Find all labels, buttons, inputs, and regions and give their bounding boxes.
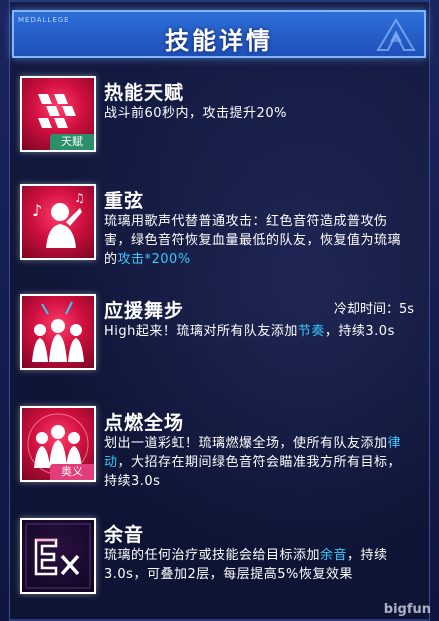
skill-description: 战斗前60秒内，攻击提升20% bbox=[104, 104, 414, 123]
description-text: 划出一道彩虹！琉璃燃爆全场，使所有队友添加 bbox=[104, 436, 388, 451]
description-text: ，持续3.0s bbox=[324, 324, 395, 339]
skill-item-cheer-dance[interactable]: 应援舞步 冷却时间：5s High起来！琉璃对所有队友添加节奏，持续3.0s bbox=[12, 294, 426, 374]
singer-note-icon: ♪ ♫ bbox=[32, 191, 85, 248]
description-text: 琉璃的任何治疗或技能会给目标添加 bbox=[104, 548, 321, 563]
highlight-term: 节奏 bbox=[297, 324, 325, 339]
page-title: 技能详情 bbox=[165, 27, 273, 55]
ex-icon bbox=[25, 523, 91, 589]
skill-item-talent[interactable]: 天赋 热能天赋 战斗前60秒内，攻击提升20% bbox=[12, 76, 426, 156]
skill-description: 划出一道彩虹！琉璃燃爆全场，使所有队友添加律动，大招存在期间绿色音符会瞄准我方所… bbox=[104, 434, 414, 491]
skill-icon-echo bbox=[20, 518, 96, 594]
highlight-term: 攻击*200% bbox=[117, 252, 191, 267]
description-text: ，大招存在期间绿色音符会瞄准我方所有目标，持续3.0s bbox=[104, 455, 402, 489]
watermark: bigfun bbox=[383, 602, 431, 617]
skill-icon-talent: 天赋 bbox=[20, 76, 96, 152]
svg-text:♪: ♪ bbox=[32, 201, 42, 220]
skill-name: 热能天赋 bbox=[104, 82, 185, 104]
highlight-term: 余音 bbox=[320, 548, 348, 563]
skill-name: 重弦 bbox=[104, 190, 145, 212]
arknights-logo-icon bbox=[376, 18, 416, 51]
talent-badge: 天赋 bbox=[50, 134, 94, 150]
skill-name: 余音 bbox=[104, 524, 145, 546]
skill-name: 应援舞步 bbox=[104, 300, 185, 322]
left-frame-strip bbox=[0, 0, 10, 621]
svg-text:♫: ♫ bbox=[74, 191, 85, 205]
skill-item-ignite[interactable]: 奥义 点燃全场 划出一道彩虹！琉璃燃爆全场，使所有队友添加律动，大招存在期间绿色… bbox=[12, 406, 426, 489]
skill-icon-cheer-dance bbox=[20, 294, 96, 370]
dancers-icon bbox=[32, 301, 84, 362]
description-text: High起来！琉璃对所有队友添加 bbox=[104, 324, 298, 339]
skill-icon-ignite: 奥义 bbox=[20, 406, 96, 482]
skill-cooldown: 冷却时间：5s bbox=[333, 302, 414, 317]
skill-name: 点燃全场 bbox=[104, 412, 185, 434]
skill-item-echo[interactable]: 余音 琉璃的任何治疗或技能会给目标添加余音，持续3.0s，可叠加2层，每层提高5… bbox=[12, 518, 426, 598]
skill-item-heavy-string[interactable]: ♪ ♫ 重弦 琉璃用歌声代替普通攻击：红色音符造成普攻伤害，绿色音符恢复血量最低… bbox=[12, 184, 426, 267]
skill-icon-heavy-string: ♪ ♫ bbox=[20, 184, 96, 260]
skill-description: 琉璃用歌声代替普通攻击：红色音符造成普攻伤害，绿色音符恢复血量最低的队友，恢复值… bbox=[104, 212, 414, 269]
skill-description: 琉璃的任何治疗或技能会给目标添加余音，持续3.0s，可叠加2层，每层提高5%恢复… bbox=[104, 546, 414, 584]
right-frame-strip bbox=[429, 0, 439, 621]
panel-header: MEDALLEGE 技能详情 bbox=[12, 10, 426, 58]
skill-description: High起来！琉璃对所有队友添加节奏，持续3.0s bbox=[104, 322, 414, 341]
ultimate-badge: 奥义 bbox=[50, 464, 94, 480]
description-text: 战斗前60秒内，攻击提升20% bbox=[104, 106, 287, 121]
